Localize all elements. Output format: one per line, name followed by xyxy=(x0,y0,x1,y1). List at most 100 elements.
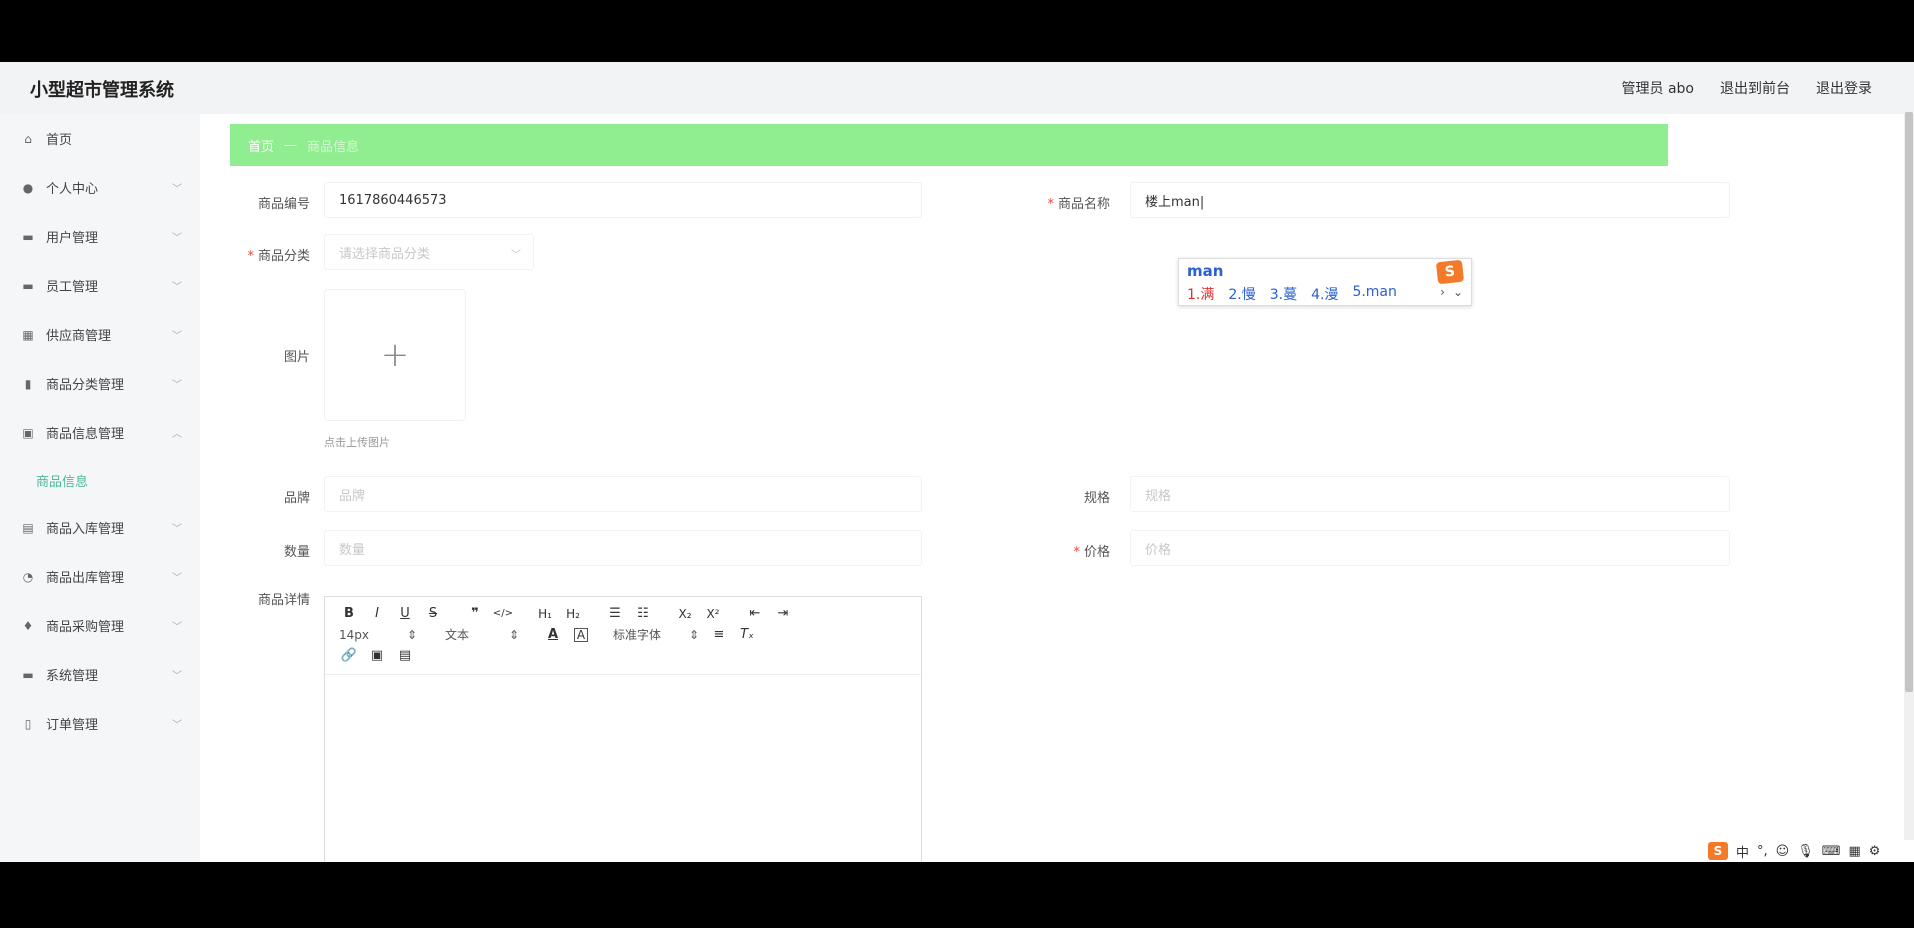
font-color-button[interactable]: A xyxy=(539,625,567,645)
sidebar-item-label: 系统管理 xyxy=(46,669,99,684)
bold-button[interactable]: B xyxy=(335,604,363,624)
sidebar-item-label: 订单管理 xyxy=(46,718,99,733)
chevron-down-icon: ﹀ xyxy=(172,622,182,633)
chevron-down-icon: ﹀ xyxy=(511,250,521,261)
keyboard-icon[interactable]: ⌨ xyxy=(1822,844,1841,859)
sidebar-item-profile[interactable]: ● 个人中心 ﹀ xyxy=(0,163,200,212)
emoji-icon[interactable]: ☺ xyxy=(1776,844,1790,859)
ime-nav: › ⌄ xyxy=(1440,285,1463,299)
purchase-icon: ♦ xyxy=(22,618,34,633)
inbound-icon: ▤ xyxy=(22,520,34,535)
chevron-right-icon[interactable]: › xyxy=(1440,285,1445,299)
top-links: 管理员 abo 退出到前台 退出登录 xyxy=(1622,78,1872,98)
sidebar-item-outbound[interactable]: ◔ 商品出库管理 ﹀ xyxy=(0,552,200,601)
clear-format-button[interactable]: Tₓ xyxy=(733,625,761,645)
microphone-icon[interactable]: 🎙 xyxy=(1797,844,1814,859)
upload-tip: 点击上传图片 xyxy=(324,436,390,449)
header-select[interactable]: 文本 ⇕ xyxy=(437,626,525,643)
sidebar-item-home[interactable]: ⌂ 首页 xyxy=(0,114,200,163)
settings-icon[interactable]: ⚙ xyxy=(1869,844,1881,859)
blockquote-button[interactable]: ❞ xyxy=(461,604,489,624)
code-value: 1617860446573 xyxy=(339,192,447,208)
superscript-button[interactable]: X² xyxy=(699,604,727,624)
code-field[interactable]: 1617860446573 xyxy=(324,182,922,218)
sidebar-item-label: 个人中心 xyxy=(46,182,99,197)
font-size-select[interactable]: 14px ⇕ xyxy=(335,628,423,642)
sidebar-item-users[interactable]: ▬ 用户管理 ﹀ xyxy=(0,212,200,261)
ime-candidate[interactable]: 2.慢 xyxy=(1228,284,1255,304)
h2-button[interactable]: H₂ xyxy=(559,604,587,624)
name-field[interactable]: 楼上man| xyxy=(1130,182,1730,218)
rich-text-editor: B I U S ❞ </> H₁ H₂ ☰ ☷ X₂ X² ⇤ ⇥ 14px ⇕… xyxy=(324,596,922,862)
name-value: 楼上man| xyxy=(1145,194,1205,210)
sidebar-item-purchase[interactable]: ♦ 商品采购管理 ﹀ xyxy=(0,601,200,650)
sidebar-item-orders[interactable]: ▯ 订单管理 ﹀ xyxy=(0,699,200,748)
main-content: 首页 — 商品信息 商品编号 1617860446573 * 商品名称 楼上man… xyxy=(230,114,1730,862)
header-value: 文本 xyxy=(445,628,470,642)
spec-label: 规格 xyxy=(1083,491,1110,506)
indent-button[interactable]: ⇥ xyxy=(769,604,797,624)
chevron-down-icon: ﹀ xyxy=(172,331,182,342)
sogou-logo-icon[interactable]: S xyxy=(1708,842,1728,860)
spec-input[interactable]: 规格 xyxy=(1130,476,1730,512)
ime-candidate[interactable]: 3.蔓 xyxy=(1270,284,1297,304)
sidebar-item-system[interactable]: ▬ 系统管理 ﹀ xyxy=(0,650,200,699)
bullet-list-button[interactable]: ☷ xyxy=(629,604,657,624)
sidebar-item-inbound[interactable]: ▤ 商品入库管理 ﹀ xyxy=(0,503,200,552)
spec-placeholder: 规格 xyxy=(1145,488,1172,504)
outdent-button[interactable]: ⇤ xyxy=(741,604,769,624)
video-icon[interactable]: ▤ xyxy=(391,646,419,666)
sidebar-subitem-goods-info[interactable]: 商品信息 xyxy=(0,457,200,503)
sogou-logo-icon: S xyxy=(1435,259,1465,285)
exit-to-frontend-link[interactable]: 退出到前台 xyxy=(1720,78,1790,98)
scroll-thumb[interactable] xyxy=(1905,112,1913,692)
font-family-select[interactable]: 标准字体 ⇕ xyxy=(609,626,705,643)
ime-candidate[interactable]: 4.漫 xyxy=(1311,284,1338,304)
h1-button[interactable]: H₁ xyxy=(531,604,559,624)
ime-candidate[interactable]: 5.man xyxy=(1352,284,1396,304)
ime-candidate[interactable]: 1.满 xyxy=(1187,284,1214,304)
strike-button[interactable]: S xyxy=(419,604,447,624)
link-icon[interactable]: 🔗 xyxy=(335,646,363,666)
align-button[interactable]: ≡ xyxy=(705,625,733,645)
sidebar-item-goods[interactable]: ▣ 商品信息管理 ︿ xyxy=(0,408,200,457)
sidebar: ⌂ 首页 ● 个人中心 ﹀ ▬ 用户管理 ﹀ ▬ 员工管理 ﹀ ▦ 供应商管理 … xyxy=(0,114,200,862)
chevron-down-icon[interactable]: ⌄ xyxy=(1453,285,1463,299)
background-color-button[interactable]: A xyxy=(574,627,588,642)
editor-content-area[interactable] xyxy=(325,675,921,862)
user-icon: ● xyxy=(22,180,34,195)
image-upload-button[interactable]: + xyxy=(324,289,466,421)
logout-link[interactable]: 退出登录 xyxy=(1816,78,1872,98)
category-select[interactable]: 请选择商品分类 ﹀ xyxy=(324,234,534,270)
quantity-input[interactable]: 数量 xyxy=(324,530,922,566)
italic-button[interactable]: I xyxy=(363,604,391,624)
staff-icon: ▬ xyxy=(22,278,34,293)
ordered-list-button[interactable]: ☰ xyxy=(601,604,629,624)
toolbox-icon[interactable]: ▦ xyxy=(1849,844,1861,859)
brand-label: 品牌 xyxy=(283,491,310,506)
chevron-down-icon: ﹀ xyxy=(172,573,182,584)
price-label: * 价格 xyxy=(1073,545,1110,560)
page-scrollbar[interactable] xyxy=(1904,112,1914,860)
goods-icon: ▣ xyxy=(22,425,34,440)
sidebar-item-staff[interactable]: ▬ 员工管理 ﹀ xyxy=(0,261,200,310)
sidebar-item-label: 供应商管理 xyxy=(46,329,112,344)
sidebar-item-label: 用户管理 xyxy=(46,231,99,246)
brand-input[interactable]: 品牌 xyxy=(324,476,922,512)
punctuation-icon[interactable]: °, xyxy=(1757,844,1768,859)
sidebar-item-category[interactable]: ▮ 商品分类管理 ﹀ xyxy=(0,359,200,408)
chevron-down-icon: ﹀ xyxy=(172,720,182,731)
ime-language-indicator[interactable]: 中 xyxy=(1736,842,1749,861)
chevron-up-icon: ︿ xyxy=(172,429,182,440)
breadcrumb-home[interactable]: 首页 xyxy=(248,136,274,155)
sidebar-item-supplier[interactable]: ▦ 供应商管理 ﹀ xyxy=(0,310,200,359)
chevron-down-icon: ﹀ xyxy=(172,380,182,391)
breadcrumb-current: 商品信息 xyxy=(307,139,360,155)
select-arrows-icon: ⇕ xyxy=(688,627,699,642)
image-icon[interactable]: ▣ xyxy=(363,646,391,666)
price-input[interactable]: 价格 xyxy=(1130,530,1730,566)
code-block-button[interactable]: </> xyxy=(489,604,517,624)
chevron-down-icon: ﹀ xyxy=(172,524,182,535)
subscript-button[interactable]: X₂ xyxy=(671,604,699,624)
underline-button[interactable]: U xyxy=(391,604,419,624)
